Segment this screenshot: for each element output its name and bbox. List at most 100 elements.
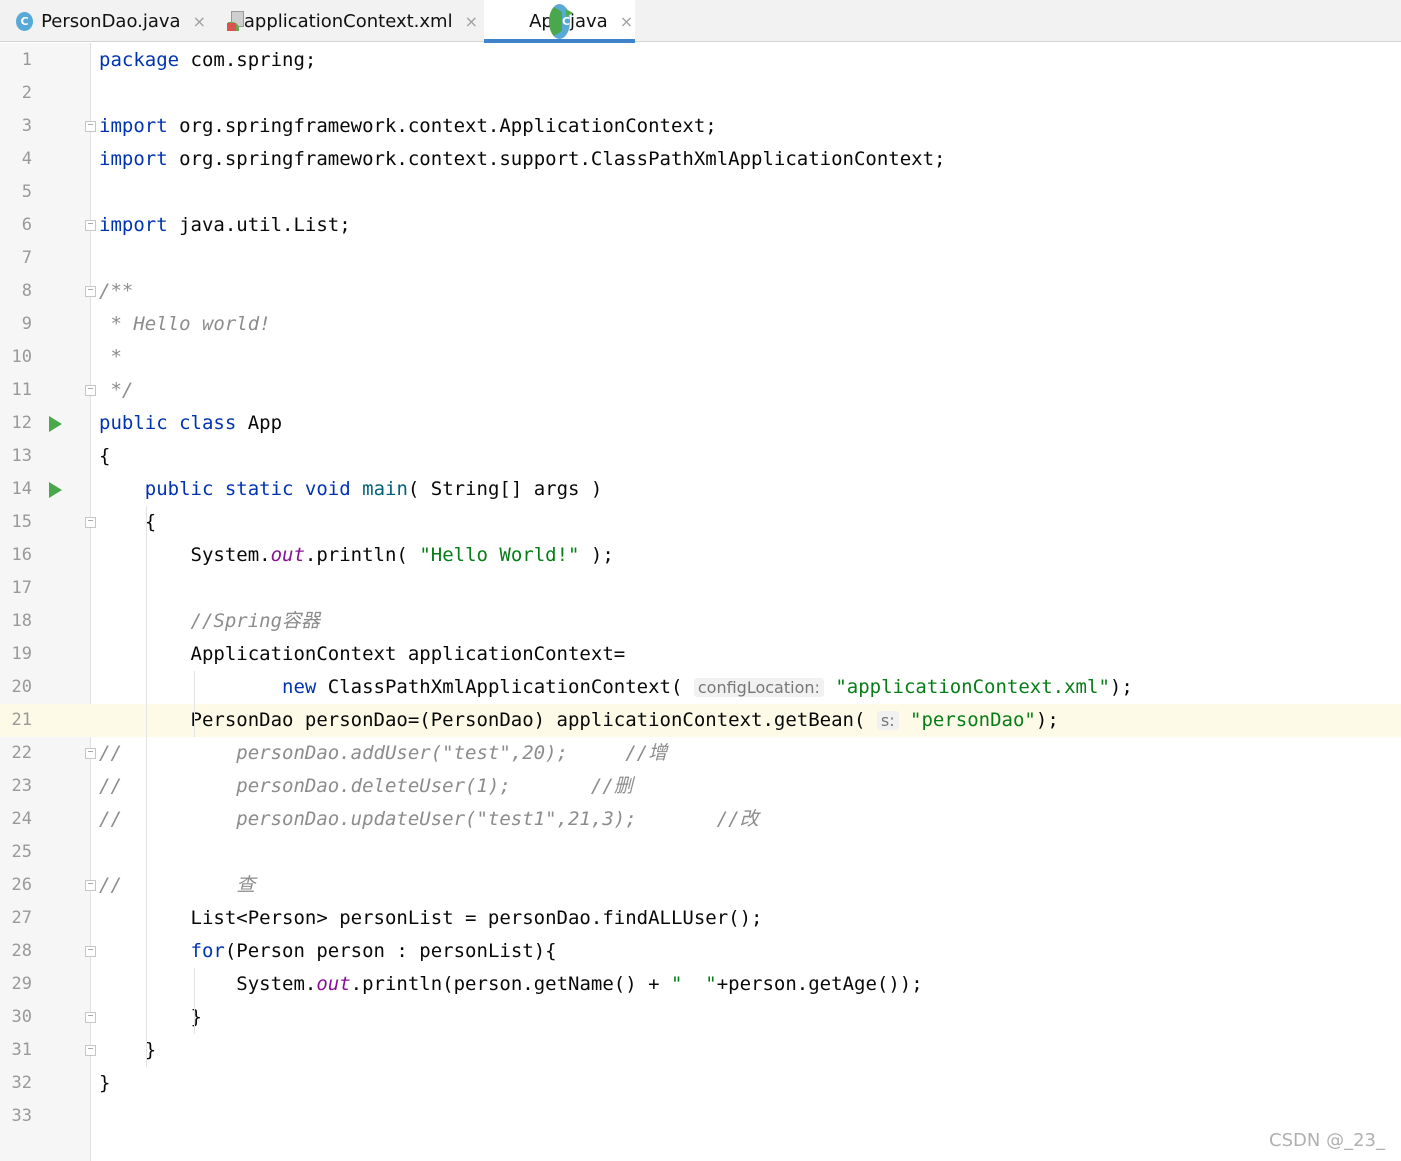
close-icon[interactable]: × [193,12,206,31]
code-line[interactable]: 17 [0,572,1401,605]
code-line[interactable]: 15 { [0,506,1401,539]
fold-marker-icon[interactable] [85,946,96,957]
java-class-icon: C [16,11,34,31]
code-text: ApplicationContext applicationContext= [99,643,626,665]
code-line[interactable]: 3 import org.springframework.context.Appl… [0,110,1401,143]
code-line[interactable]: 18 //Spring容器 [0,605,1401,638]
line-number: 10 [11,347,32,367]
close-icon[interactable]: × [465,12,478,31]
code-text: public static void main( String[] args ) [144,478,603,500]
line-number: 9 [21,314,32,334]
run-gutter-icon[interactable] [49,482,62,498]
code-line[interactable]: 27 List<Person> personList = personDao.f… [0,902,1401,935]
code-text: // 查 [99,874,256,896]
line-number: 27 [11,908,32,928]
code-line[interactable]: 26 // 查 [0,869,1401,902]
line-number: 7 [21,248,32,268]
code-line[interactable]: 20 new ClassPathXmlApplicationContext( c… [0,671,1401,704]
code-line[interactable]: 32} [0,1067,1401,1100]
code-text: { [99,445,111,467]
code-text: // personDao.deleteUser(1); //删 [99,775,633,797]
code-text: } [99,1039,157,1061]
code-line[interactable]: 31 } [0,1034,1401,1067]
code-text: */ [99,379,134,401]
fold-marker-icon[interactable] [85,1045,96,1056]
code-line[interactable]: 9 * Hello world! [0,308,1401,341]
close-icon[interactable]: × [620,12,633,31]
line-number: 6 [21,215,32,235]
line-number: 5 [21,182,32,202]
line-number: 8 [21,281,32,301]
fold-marker-icon[interactable] [85,385,96,396]
code-line[interactable]: 1 package com.spring; [0,44,1401,77]
fold-marker-icon[interactable] [85,748,96,759]
line-number: 26 [11,875,32,895]
line-number: 4 [21,149,32,169]
code-line[interactable]: 10 * [0,341,1401,374]
line-number: 22 [11,743,32,763]
line-number: 12 [11,413,32,433]
code-line[interactable]: 19 ApplicationContext applicationContext… [0,638,1401,671]
indent-guide [194,671,195,737]
fold-marker-icon[interactable] [85,880,96,891]
code-text: import java.util.List; [99,214,351,236]
code-text: // personDao.updateUser("test1",21,3); /… [99,808,759,830]
code-text: public class App [99,412,283,434]
code-text: List<Person> personList = personDao.find… [99,907,763,929]
code-line[interactable]: 30 } [0,1001,1401,1034]
tab-applicationcontext-xml[interactable]: applicationContext.xml × [212,0,484,42]
line-number: 11 [11,380,32,400]
tab-label: PersonDao.java [41,10,181,32]
code-text: System.out.println(person.getName() + " … [99,973,923,995]
fold-marker-icon[interactable] [85,220,96,231]
line-number: 17 [11,578,32,598]
code-text: /** [99,280,134,302]
editor-tab-bar: C PersonDao.java × applicationContext.xm… [0,0,1401,43]
line-number: 23 [11,776,32,796]
fold-marker-icon[interactable] [85,517,96,528]
line-number: 2 [21,83,32,103]
code-line[interactable]: 23 // personDao.deleteUser(1); //删 [0,770,1401,803]
code-line[interactable]: 22 // personDao.addUser("test",20); //增 [0,737,1401,770]
code-text: * [99,346,122,368]
fold-marker-icon[interactable] [85,1012,96,1023]
line-number: 33 [11,1106,32,1126]
code-line[interactable]: 33 [0,1100,1401,1133]
line-number: 30 [11,1007,32,1027]
line-number: 1 [21,50,32,70]
run-gutter-icon[interactable] [49,416,62,432]
code-line[interactable]: 7 [0,242,1401,275]
line-number: 18 [11,611,32,631]
code-text: { [99,511,157,533]
code-line[interactable]: 13 { [0,440,1401,473]
tab-label: applicationContext.xml [243,10,453,32]
code-text: } [99,1006,202,1028]
code-line[interactable]: 6 import java.util.List; [0,209,1401,242]
code-text: new ClassPathXmlApplicationContext( conf… [282,676,1133,698]
code-text: package com.spring; [99,49,317,71]
tab-app-java[interactable]: C App.java × [484,0,635,43]
fold-marker-icon[interactable] [85,121,96,132]
tab-persondao-java[interactable]: C PersonDao.java × [0,0,212,42]
code-line[interactable]: 29 System.out.println(person.getName() +… [0,968,1401,1001]
code-text: import org.springframework.context.Appli… [99,115,717,137]
code-line[interactable]: 2 [0,77,1401,110]
code-line[interactable]: 24 // personDao.updateUser("test1",21,3);… [0,803,1401,836]
code-line[interactable]: 28 for(Person person : personList){ [0,935,1401,968]
line-number: 31 [11,1040,32,1060]
code-line[interactable]: 8 /** [0,275,1401,308]
code-line[interactable]: 14 public static void main( String[] arg… [0,473,1401,506]
line-number: 20 [11,677,32,697]
code-line[interactable]: 12 public class App [0,407,1401,440]
code-line[interactable]: 4 import org.springframework.context.supp… [0,143,1401,176]
code-text: * Hello world! [99,313,271,335]
code-line[interactable]: 5 [0,176,1401,209]
line-number: 19 [11,644,32,664]
code-line[interactable]: 11 */ [0,374,1401,407]
code-line[interactable]: 16 System.out.println( "Hello World!" ); [0,539,1401,572]
fold-marker-icon[interactable] [85,286,96,297]
line-number: 3 [21,116,32,136]
java-class-runnable-icon: C [549,3,574,39]
code-line[interactable]: 25 [0,836,1401,869]
code-line[interactable]: 21 PersonDao personDao=(PersonDao) appli… [0,704,1401,737]
